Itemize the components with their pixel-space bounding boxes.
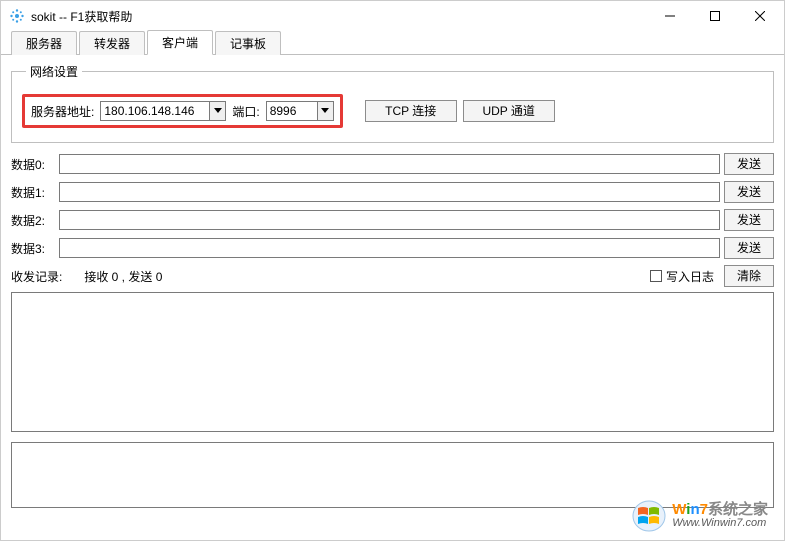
write-log-label: 写入日志 (666, 268, 714, 285)
send-button-0[interactable]: 发送 (724, 153, 774, 175)
data-row: 数据2: 发送 (11, 209, 774, 231)
port-input[interactable] (267, 102, 317, 120)
data-row: 数据1: 发送 (11, 181, 774, 203)
data-input-0[interactable] (59, 154, 720, 174)
maximize-button[interactable] (692, 2, 737, 30)
watermark-line2: Www.Winwin7.com (672, 518, 768, 530)
data-row-label: 数据3: (11, 240, 55, 257)
log-header-label: 收发记录: (11, 268, 62, 285)
highlight-box: 服务器地址: 端口: (22, 94, 343, 128)
send-button-3[interactable]: 发送 (724, 237, 774, 259)
send-button-2[interactable]: 发送 (724, 209, 774, 231)
data-input-3[interactable] (59, 238, 720, 258)
window-title: sokit -- F1获取帮助 (31, 8, 132, 25)
close-button[interactable] (737, 2, 782, 30)
data-input-2[interactable] (59, 210, 720, 230)
server-addr-input[interactable] (101, 102, 209, 120)
log-textarea[interactable] (11, 292, 774, 432)
server-addr-combo[interactable] (100, 101, 226, 121)
clear-button[interactable]: 清除 (724, 265, 774, 287)
port-label: 端口: (232, 103, 259, 120)
server-addr-label: 服务器地址: (31, 103, 94, 120)
tab-notepad[interactable]: 记事板 (215, 31, 281, 55)
network-settings-legend: 网络设置 (26, 63, 82, 80)
app-icon (9, 8, 25, 24)
data-input-1[interactable] (59, 182, 720, 202)
data-row: 数据0: 发送 (11, 153, 774, 175)
data-row-label: 数据1: (11, 184, 55, 201)
chevron-down-icon[interactable] (317, 102, 333, 120)
udp-channel-button[interactable]: UDP 通道 (463, 100, 555, 122)
checkbox-box-icon (650, 270, 662, 282)
tcp-connect-button[interactable]: TCP 连接 (365, 100, 457, 122)
data-row-label: 数据0: (11, 156, 55, 173)
chevron-down-icon[interactable] (209, 102, 225, 120)
content-area: 网络设置 服务器地址: 端口: TCP 连接 (1, 55, 784, 518)
minimize-button[interactable] (647, 2, 692, 30)
send-button-1[interactable]: 发送 (724, 181, 774, 203)
tab-client[interactable]: 客户端 (147, 30, 213, 55)
network-settings-group: 网络设置 服务器地址: 端口: TCP 连接 (11, 63, 774, 143)
log-header: 收发记录: 接收 0 , 发送 0 写入日志 清除 (11, 265, 774, 287)
log-stats: 接收 0 , 发送 0 (84, 268, 162, 285)
port-combo[interactable] (266, 101, 334, 121)
data-row-label: 数据2: (11, 212, 55, 229)
tab-server[interactable]: 服务器 (11, 31, 77, 55)
tab-bar: 服务器 转发器 客户端 记事板 (1, 31, 784, 55)
data-rows: 数据0: 发送 数据1: 发送 数据2: 发送 数据3: 发送 (11, 153, 774, 259)
title-bar: sokit -- F1获取帮助 (1, 1, 784, 31)
status-textarea[interactable] (11, 442, 774, 508)
tab-forwarder[interactable]: 转发器 (79, 31, 145, 55)
data-row: 数据3: 发送 (11, 237, 774, 259)
write-log-checkbox[interactable]: 写入日志 (650, 268, 714, 285)
